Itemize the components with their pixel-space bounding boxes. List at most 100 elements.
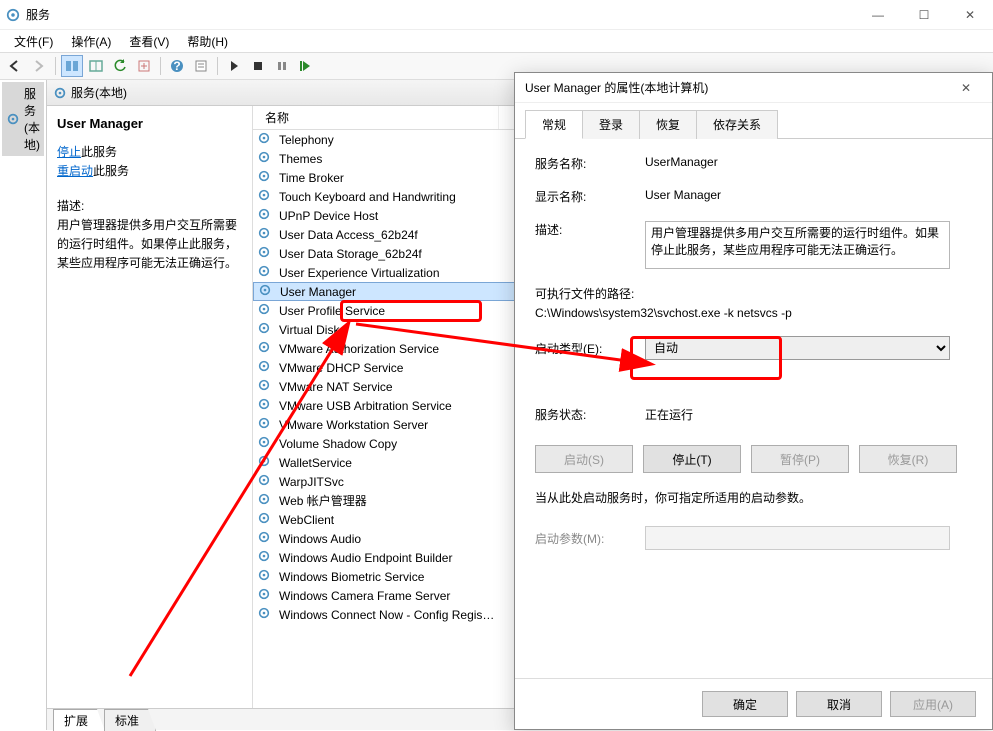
view-detail-button[interactable] [61,55,83,77]
value-exe-path: C:\Windows\system32\svchost.exe -k netsv… [535,306,792,320]
label-service-name: 服务名称: [535,155,645,172]
desc-text: 用户管理器提供多用户交互所需要的运行时组件。如果停止此服务，某些应用程序可能无法… [57,216,242,272]
minimize-button[interactable]: — [855,0,901,30]
export-button[interactable] [133,55,155,77]
detail-pane: User Manager 停止此服务 重启动此服务 描述: 用户管理器提供多用户… [47,106,253,708]
gear-icon [257,568,273,585]
gear-icon [257,340,273,357]
gear-icon [257,264,273,281]
pause-button[interactable] [271,55,293,77]
restart-service-link[interactable]: 重启动 [57,164,93,178]
tab-standard[interactable]: 标准 [104,709,156,731]
service-name-cell: Telephony [277,133,497,147]
gear-icon [257,397,273,414]
service-name-cell: WebClient [277,513,497,527]
dialog-footer: 确定 取消 应用(A) [515,678,992,729]
tree-item-services-local[interactable]: 服务(本地) [2,82,44,156]
properties-button[interactable] [190,55,212,77]
gear-icon [257,435,273,452]
refresh-button[interactable] [109,55,131,77]
service-name-cell: User Manager [278,285,498,299]
menu-help[interactable]: 帮助(H) [179,31,236,52]
tab-logon[interactable]: 登录 [582,110,640,139]
dialog-tabs: 常规 登录 恢复 依存关系 [515,103,992,139]
gear-icon [257,245,273,262]
properties-dialog: User Manager 的属性(本地计算机) ✕ 常规 登录 恢复 依存关系 … [514,72,993,730]
gear-icon [257,188,273,205]
tree-pane: 服务(本地) [0,80,47,730]
ok-button[interactable]: 确定 [702,691,788,717]
service-name-cell: Volume Shadow Copy [277,437,497,451]
dialog-body: 服务名称: UserManager 显示名称: User Manager 描述:… [515,139,992,678]
label-exe-path: 可执行文件的路径: [535,287,634,301]
service-name-cell: WarpJITSvc [277,475,497,489]
value-status: 正在运行 [645,406,972,423]
back-button[interactable] [4,55,26,77]
close-button[interactable]: ✕ [947,0,993,30]
col-name[interactable]: 名称 [259,106,499,129]
gear-icon [257,492,273,509]
service-name-cell: Windows Biometric Service [277,570,497,584]
gear-icon [257,587,273,604]
stop-button[interactable]: 停止(T) [643,445,741,473]
service-name-cell: User Data Access_62b24f [277,228,497,242]
service-name-cell: Time Broker [277,171,497,185]
service-name-cell: Web 帐户管理器 [277,492,497,509]
service-name-cell: User Experience Virtualization [277,266,497,280]
menu-file[interactable]: 文件(F) [6,31,61,52]
app-icon [6,8,20,22]
play-button[interactable] [223,55,245,77]
value-description[interactable] [645,221,950,269]
gear-icon [257,511,273,528]
label-startup-type: 启动类型(E): [535,340,645,357]
gear-icon [257,378,273,395]
gear-icon [257,150,273,167]
gear-icon [257,321,273,338]
desc-label: 描述: [57,197,242,214]
service-name-cell: VMware DHCP Service [277,361,497,375]
menu-view[interactable]: 查看(V) [121,31,177,52]
service-name-cell: Touch Keyboard and Handwriting [277,190,497,204]
tab-extended[interactable]: 扩展 [53,709,105,731]
menu-action[interactable]: 操作(A) [63,31,119,52]
gear-icon [257,549,273,566]
help-button[interactable]: ? [166,55,188,77]
cancel-button[interactable]: 取消 [796,691,882,717]
pause-button: 暂停(P) [751,445,849,473]
tab-general[interactable]: 常规 [525,110,583,139]
value-service-name: UserManager [645,155,972,169]
view-split-button[interactable] [85,55,107,77]
menubar: 文件(F) 操作(A) 查看(V) 帮助(H) [0,30,993,52]
stop-button[interactable] [247,55,269,77]
stop-suffix: 此服务 [81,145,117,159]
dialog-close-button[interactable]: ✕ [946,74,986,102]
service-name-cell: WalletService [277,456,497,470]
maximize-button[interactable]: ☐ [901,0,947,30]
gear-icon [257,302,273,319]
gear-icon [257,606,273,623]
label-params: 启动参数(M): [535,530,645,547]
center-header-title: 服务(本地) [71,84,127,101]
tab-recovery[interactable]: 恢复 [639,110,697,139]
service-name-cell: Virtual Disk [277,323,497,337]
apply-button: 应用(A) [890,691,976,717]
tab-dependencies[interactable]: 依存关系 [696,110,778,139]
gear-icon [258,283,274,300]
restart-button[interactable] [295,55,317,77]
service-name-cell: VMware Workstation Server [277,418,497,432]
gear-icon [6,112,20,126]
stop-service-link[interactable]: 停止 [57,145,81,159]
label-description: 描述: [535,221,645,238]
service-name-cell: Windows Camera Frame Server [277,589,497,603]
startup-type-select[interactable]: 自动 [645,336,950,360]
gear-icon [257,454,273,471]
window-title: 服务 [26,6,50,23]
forward-button[interactable] [28,55,50,77]
params-input [645,526,950,550]
titlebar: 服务 — ☐ ✕ [0,0,993,30]
label-status: 服务状态: [535,406,645,423]
gear-icon [257,226,273,243]
dialog-title: User Manager 的属性(本地计算机) [525,79,708,96]
service-name-cell: VMware NAT Service [277,380,497,394]
svg-text:?: ? [173,59,180,73]
